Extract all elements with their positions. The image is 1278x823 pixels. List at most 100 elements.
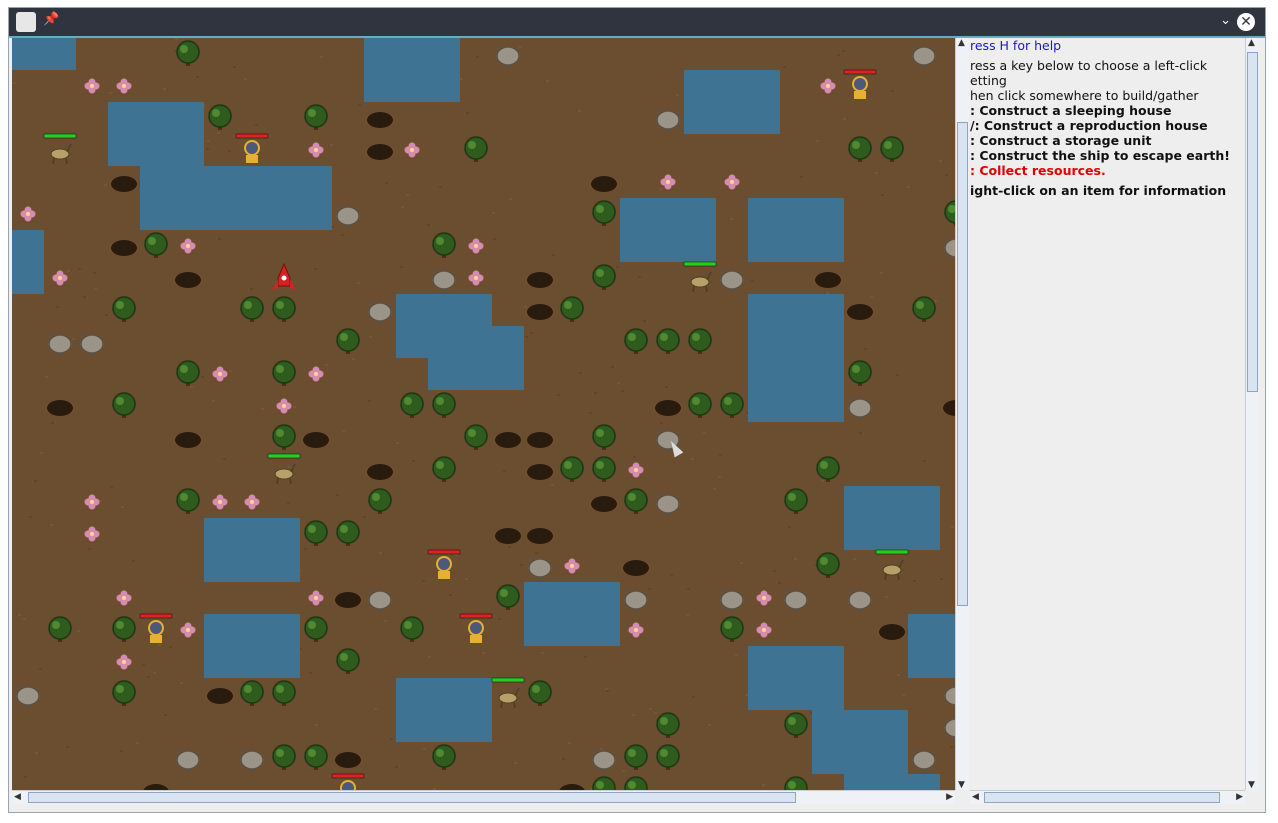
tree-highlight bbox=[276, 301, 284, 309]
tree-highlight bbox=[340, 333, 348, 341]
scroll-up-icon[interactable]: ▲ bbox=[958, 38, 965, 48]
water-tile bbox=[428, 70, 460, 102]
map-canvas[interactable] bbox=[12, 38, 955, 790]
water-tile bbox=[908, 774, 940, 790]
deer-leg bbox=[692, 285, 695, 293]
tree-highlight bbox=[788, 717, 796, 725]
tree bbox=[848, 136, 872, 160]
chevron-down-icon[interactable]: ⌄ bbox=[1220, 13, 1231, 28]
tree bbox=[528, 680, 552, 704]
human-body bbox=[854, 91, 866, 99]
rock bbox=[720, 270, 744, 290]
panel-vertical-scrollbar[interactable]: ▲ ▼ bbox=[1245, 38, 1259, 790]
panel-vscroll-thumb[interactable] bbox=[1247, 52, 1258, 392]
water-tile bbox=[748, 102, 780, 134]
water-tile bbox=[908, 518, 940, 550]
app-icon bbox=[16, 12, 36, 32]
map-horizontal-scrollbar[interactable]: ◀ ▶ bbox=[12, 790, 955, 804]
human-head bbox=[468, 620, 484, 636]
tree bbox=[720, 392, 744, 416]
water-tile bbox=[460, 710, 492, 742]
water-tile bbox=[812, 742, 844, 774]
rock bbox=[336, 206, 360, 226]
tree-highlight bbox=[436, 461, 444, 469]
water-tile bbox=[620, 230, 652, 262]
tree bbox=[592, 456, 616, 480]
tree-highlight bbox=[148, 237, 156, 245]
water-tile bbox=[844, 774, 876, 790]
water-tile bbox=[236, 166, 268, 198]
tree bbox=[208, 104, 232, 128]
tree-highlight bbox=[820, 461, 828, 469]
tree bbox=[272, 424, 296, 448]
rock bbox=[240, 750, 264, 770]
tree-highlight bbox=[820, 557, 828, 565]
water-tile bbox=[812, 390, 844, 422]
tree-highlight bbox=[212, 109, 220, 117]
map-vscroll-thumb[interactable] bbox=[957, 122, 968, 606]
hole bbox=[175, 272, 201, 288]
pin-icon[interactable]: 📌 bbox=[43, 12, 59, 27]
tree bbox=[880, 136, 904, 160]
tree bbox=[592, 424, 616, 448]
water-tile bbox=[268, 166, 300, 198]
rock bbox=[368, 302, 392, 322]
scroll-down-icon[interactable]: ▼ bbox=[958, 780, 965, 790]
help-line-2: ress a key below to choose a left-click bbox=[970, 58, 1208, 73]
rock bbox=[656, 494, 680, 514]
human-head bbox=[244, 140, 260, 156]
water-tile bbox=[396, 710, 428, 742]
tree-highlight bbox=[628, 493, 636, 501]
water-tile bbox=[748, 230, 780, 262]
water-tile bbox=[908, 486, 940, 518]
water-tile bbox=[876, 774, 908, 790]
water-tile bbox=[812, 230, 844, 262]
tree bbox=[304, 104, 328, 128]
water-tile bbox=[812, 326, 844, 358]
tree bbox=[240, 296, 264, 320]
rock bbox=[720, 590, 744, 610]
tree-highlight bbox=[660, 717, 668, 725]
hole bbox=[655, 400, 681, 416]
hole bbox=[527, 528, 553, 544]
close-icon[interactable]: ✕ bbox=[1237, 13, 1255, 31]
hole bbox=[335, 592, 361, 608]
map-vertical-scrollbar[interactable]: ▲ ▼ bbox=[955, 38, 969, 790]
help-line-5: : Construct a sleeping house bbox=[970, 103, 1172, 118]
rock bbox=[912, 750, 936, 770]
scroll-left-icon[interactable]: ◀ bbox=[972, 792, 979, 802]
hole bbox=[367, 464, 393, 480]
rock bbox=[16, 686, 40, 706]
scroll-down-icon[interactable]: ▼ bbox=[1248, 780, 1255, 790]
game-map[interactable] bbox=[12, 38, 955, 790]
human-health-bar bbox=[427, 549, 461, 555]
help-line-7: : Construct a storage unit bbox=[970, 133, 1152, 148]
water-tile bbox=[428, 326, 460, 358]
water-tile bbox=[172, 198, 204, 230]
scroll-right-icon[interactable]: ▶ bbox=[946, 792, 953, 802]
tree-highlight bbox=[308, 525, 316, 533]
hole bbox=[207, 688, 233, 704]
title-bar: 📌 ⌄ ✕ bbox=[9, 8, 1265, 36]
water-tile bbox=[812, 294, 844, 326]
tree-highlight bbox=[308, 621, 316, 629]
tree-highlight bbox=[52, 621, 60, 629]
game-window: 📌 ⌄ ✕ ▲ ▼ ◀ ▶ ress H for help ress a key… bbox=[8, 7, 1266, 813]
hole bbox=[879, 624, 905, 640]
water-tile bbox=[204, 614, 236, 646]
water-tile bbox=[204, 646, 236, 678]
map-hscroll-thumb[interactable] bbox=[28, 792, 796, 803]
scroll-left-icon[interactable]: ◀ bbox=[14, 792, 21, 802]
water-tile bbox=[204, 518, 236, 550]
scroll-right-icon[interactable]: ▶ bbox=[1236, 792, 1243, 802]
deer-leg bbox=[500, 701, 503, 709]
water-tile bbox=[780, 326, 812, 358]
panel-horizontal-scrollbar[interactable]: ◀ ▶ bbox=[970, 790, 1245, 804]
hole bbox=[175, 432, 201, 448]
tree bbox=[816, 456, 840, 480]
tree-highlight bbox=[436, 397, 444, 405]
scroll-up-icon[interactable]: ▲ bbox=[1248, 38, 1255, 48]
water-tile bbox=[524, 582, 556, 614]
panel-hscroll-thumb[interactable] bbox=[984, 792, 1220, 803]
water-tile bbox=[876, 518, 908, 550]
